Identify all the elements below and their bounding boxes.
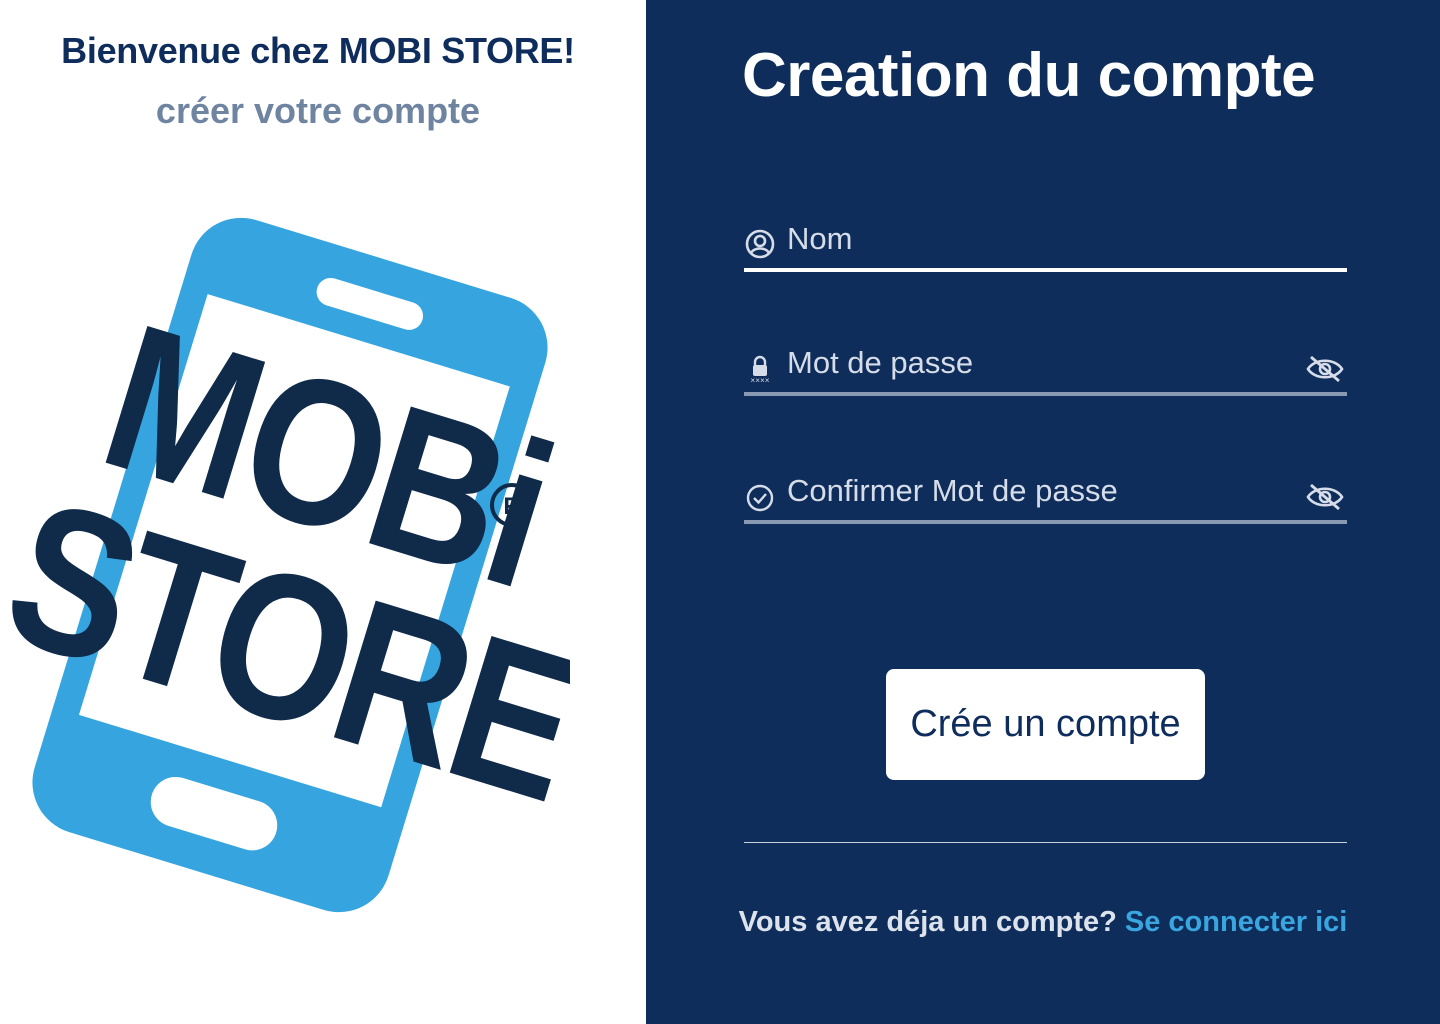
confirm-password-field[interactable]: Confirmer Mot de passe <box>744 468 1347 524</box>
name-field[interactable]: Nom <box>744 216 1347 272</box>
mobi-store-logo: MOBi STORE R <box>10 217 570 913</box>
confirm-password-underline <box>744 520 1347 524</box>
branding-panel: Bienvenue chez MOBI STORE! créer votre c… <box>0 0 646 1024</box>
eye-off-icon[interactable] <box>1305 482 1345 512</box>
eye-off-icon[interactable] <box>1305 354 1345 384</box>
welcome-subtitle: créer votre compte <box>155 90 481 131</box>
create-account-button[interactable]: Crée un compte <box>886 669 1205 780</box>
password-field[interactable]: ×××× Mot de passe <box>744 340 1347 396</box>
login-prompt-row: Vous avez déja un compte? Se connecter i… <box>646 906 1440 939</box>
signup-form-panel: Creation du compte Nom ×××× Mot de passe <box>646 0 1440 1024</box>
password-underline <box>744 392 1347 396</box>
name-placeholder: Nom <box>787 221 853 256</box>
login-link[interactable]: Se connecter ici <box>1125 906 1347 938</box>
divider <box>744 842 1347 843</box>
user-circle-icon <box>745 229 775 259</box>
login-prompt-text: Vous avez déja un compte? <box>738 906 1117 938</box>
confirm-password-placeholder: Confirmer Mot de passe <box>787 473 1118 508</box>
password-placeholder: Mot de passe <box>787 345 974 380</box>
check-circle-icon <box>746 484 774 512</box>
form-title: Creation du compte <box>742 41 1316 110</box>
svg-text:××××: ×××× <box>750 377 769 384</box>
welcome-heading: Bienvenue chez MOBI STORE! <box>61 30 575 71</box>
lock-password-icon: ×××× <box>750 355 770 384</box>
signup-page: Bienvenue chez MOBI STORE! créer votre c… <box>0 0 1440 1024</box>
svg-text:R: R <box>503 493 520 520</box>
name-underline <box>744 268 1347 272</box>
